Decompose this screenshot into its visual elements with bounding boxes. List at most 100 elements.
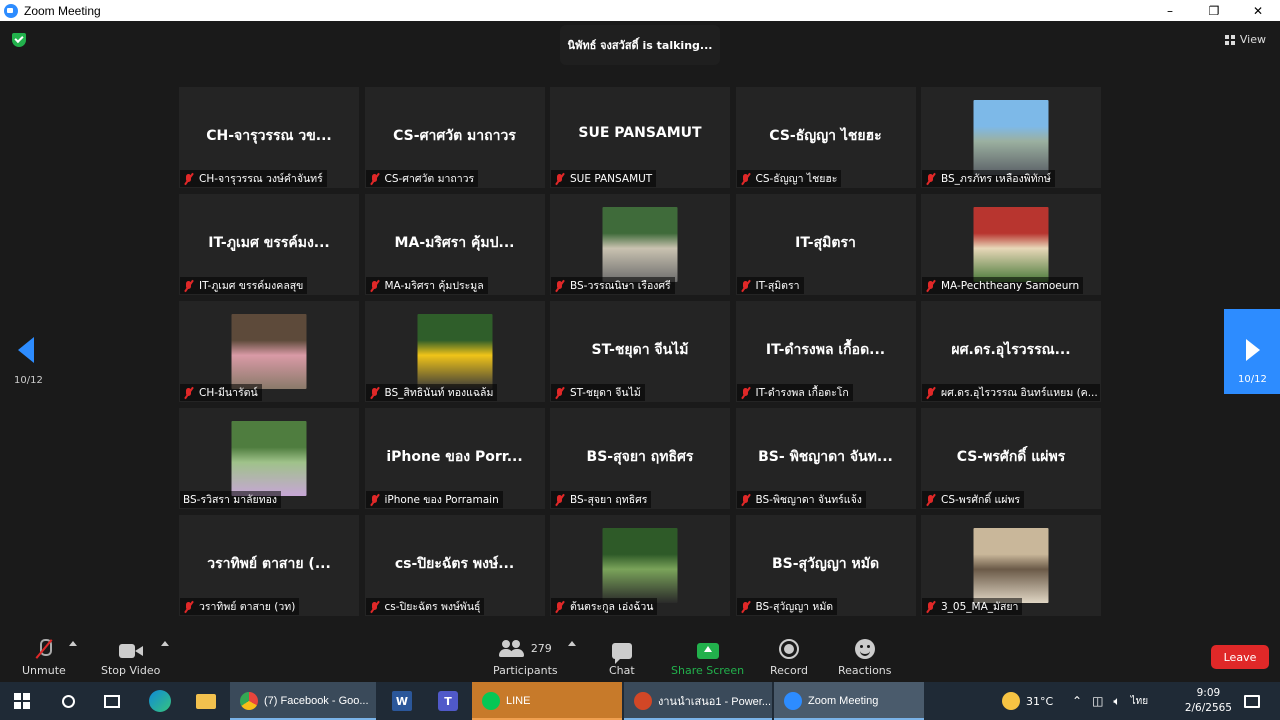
next-page-icon <box>1246 339 1260 361</box>
participant-tile[interactable]: วราทิพย์ ตาสาย (... วราทิพย์ ตาสาย (วท) <box>179 515 359 616</box>
weather-widget[interactable]: 31°C <box>1002 682 1053 720</box>
view-label: View <box>1239 33 1266 46</box>
record-label: Record <box>770 664 809 677</box>
participant-nameplate: IT-สุมิตรา <box>736 277 804 294</box>
participant-video <box>602 207 678 282</box>
window-title: Zoom Meeting <box>24 3 101 18</box>
participant-tile[interactable]: ต้นตระกูล เอ่งฉ้วน <box>550 515 730 616</box>
participant-tile[interactable]: CS-พรศักดิ์ แผ่พร CS-พรศักดิ์ แผ่พร <box>921 408 1101 509</box>
participant-tile[interactable]: MA-มริศรา คุ้มป... MA-มริศรา คุ้มประมูล <box>364 194 545 295</box>
edge-browser-icon[interactable] <box>138 682 182 720</box>
participant-display-name: IT-สุมิตรา <box>795 235 856 251</box>
participant-tile[interactable]: BS_สิทธินันท์ ทองแฉล้ม <box>364 301 545 402</box>
participant-nameplate: BS_สิทธินันท์ ทองแฉล้ม <box>365 384 498 401</box>
participant-name: BS-สุจยา ฤทธิศร <box>570 494 648 506</box>
participants-count: 279 <box>530 641 552 655</box>
participant-tile[interactable]: MA-Pechtheany Samoeurn <box>921 194 1101 295</box>
unmute-button[interactable]: Unmute <box>22 637 66 677</box>
task-view-icon[interactable] <box>90 682 134 720</box>
leave-button[interactable]: Leave <box>1211 645 1269 669</box>
record-button[interactable]: Record <box>770 637 808 677</box>
participant-nameplate: CS-ศาศวัต มาถาวร <box>365 170 479 187</box>
participant-tile[interactable]: cs-ปิยะฉัตร พงษ์... cs-ปิยะฉัตร พงษ์พันธุ… <box>364 515 545 616</box>
clock-time: 9:09 <box>1196 687 1221 699</box>
clock[interactable]: 9:09 2/6/2565 <box>1185 686 1232 716</box>
maximize-button[interactable]: ❐ <box>1192 0 1236 21</box>
network-icon[interactable]: ◫ <box>1092 694 1103 708</box>
video-camera-icon <box>118 643 143 659</box>
participant-tile[interactable]: CH-มีนารัตน์ <box>179 301 359 402</box>
clock-date: 2/6/2565 <box>1184 702 1232 714</box>
participant-tile[interactable]: BS- พิชญาดา จันท... BS-พิชญาดา จันทร์แจ้ง <box>735 408 916 509</box>
previous-page-icon[interactable] <box>18 337 34 363</box>
participant-tile[interactable]: 3_05_MA_มัสยา <box>921 515 1101 616</box>
participant-name: SUE PANSAMUT <box>570 172 653 185</box>
video-options-caret-icon[interactable] <box>161 641 169 646</box>
mic-muted-icon <box>369 494 381 506</box>
show-hidden-icons-icon[interactable]: ⌃ <box>1072 694 1082 708</box>
notifications-icon[interactable] <box>1230 682 1274 720</box>
chat-button[interactable]: Chat <box>609 637 635 677</box>
participant-tile[interactable]: CH-จารุวรรณ วข... CH-จารุวรรณ วงษ์คำจันทร… <box>179 87 359 188</box>
search-icon[interactable] <box>46 682 90 720</box>
language-indicator[interactable]: ไทย <box>1131 694 1148 709</box>
participant-tile[interactable]: CS-ศาศวัต มาถาวร CS-ศาศวัต มาถาวร <box>364 87 545 188</box>
mic-muted-icon <box>925 173 937 185</box>
window-controls: – ❐ ✕ <box>1148 0 1280 21</box>
stop-video-label: Stop Video <box>101 664 161 677</box>
participant-nameplate: 3_05_MA_มัสยา <box>922 598 1023 615</box>
encryption-shield-icon[interactable] <box>12 33 26 47</box>
participant-display-name: CH-จารุวรรณ วข... <box>206 128 332 144</box>
participant-display-name: CS-พรศักดิ์ แผ่พร <box>956 449 1066 465</box>
participant-tile[interactable]: ST-ชยุดา จีนไม้ ST-ชยุดา จีนไม้ <box>550 301 730 402</box>
participant-tile[interactable]: iPhone ของ Porr... iPhone ของ Porramain <box>364 408 545 509</box>
participant-display-name: IT-ภูเมศ ขรรค์มง... <box>208 235 330 251</box>
view-button[interactable]: View <box>1224 33 1266 46</box>
participant-tile[interactable]: IT-ภูเมศ ขรรค์มง... IT-ภูเมศ ขรรค์มงคลสุข <box>179 194 359 295</box>
participant-tile[interactable]: BS_ภรภัทร เหลืองพิทักษ์ <box>921 87 1101 188</box>
participant-tile[interactable]: CS-ธัญญา ไชยฮะ CS-ธัญญา ไชยฮะ <box>735 87 916 188</box>
next-page-button[interactable]: 10/12 <box>1224 309 1280 394</box>
taskbar-app-zoom[interactable]: Zoom Meeting <box>774 682 924 720</box>
participant-tile[interactable]: SUE PANSAMUT SUE PANSAMUT <box>550 87 730 188</box>
word-icon[interactable]: W <box>380 682 424 720</box>
meeting-toolbar: Unmute Stop Video 279 Participants Chat … <box>0 631 1280 682</box>
participant-tile[interactable]: BS-วรรณนิษา เรืองศรี <box>550 194 730 295</box>
audio-options-caret-icon[interactable] <box>69 641 77 646</box>
start-windows-icon[interactable] <box>0 682 44 720</box>
participant-tile[interactable]: IT-สุมิตรา IT-สุมิตรา <box>735 194 916 295</box>
participant-tile[interactable]: BS-รวิสรา มาลัยทอง <box>179 408 359 509</box>
participant-tile[interactable]: IT-ดำรงพล เกื้อด... IT-ดำรงพล เกื้อตะโก <box>735 301 916 402</box>
minimize-button[interactable]: – <box>1148 0 1192 21</box>
taskbar-app-powerpoint[interactable]: งานนำเสนอ1 - Power... <box>624 682 772 720</box>
participants-options-caret-icon[interactable] <box>568 641 576 646</box>
close-button[interactable]: ✕ <box>1236 0 1280 21</box>
reactions-button[interactable]: Reactions <box>838 637 892 677</box>
page-indicator-right: 10/12 <box>1238 374 1267 385</box>
participant-nameplate: CH-จารุวรรณ วงษ์คำจันทร์ <box>180 170 327 187</box>
participant-name: CS-ศาศวัต มาถาวร <box>384 173 475 185</box>
participant-nameplate: BS-วรรณนิษา เรืองศรี <box>551 277 675 294</box>
participant-name: IT-สุมิตรา <box>755 280 800 292</box>
participant-tile[interactable]: BS-สุจยา ฤทธิศร BS-สุจยา ฤทธิศร <box>550 408 730 509</box>
participant-name: BS_ภรภัทร เหลืองพิทักษ์ <box>941 173 1051 185</box>
participants-button[interactable]: 279 Participants <box>493 637 558 677</box>
participant-name: ผศ.ดร.อุไรวรรณ อินทร์แหยม (ค... <box>941 387 1098 399</box>
participant-nameplate: BS-สุจยา ฤทธิศร <box>551 491 652 508</box>
taskbar-app-facebook[interactable]: (7) Facebook - Goo... <box>230 682 376 720</box>
participant-video <box>973 100 1049 175</box>
taskbar-app-line[interactable]: LINE <box>472 682 622 720</box>
participant-nameplate: IT-ภูเมศ ขรรค์มงคลสุข <box>180 277 308 294</box>
chat-icon <box>611 643 632 664</box>
windows-taskbar: (7) Facebook - Goo... W T LINE งานนำเสนอ… <box>0 682 1280 720</box>
file-explorer-icon[interactable] <box>184 682 228 720</box>
mic-muted-icon <box>740 387 752 399</box>
share-screen-icon <box>696 643 719 659</box>
volume-icon[interactable]: 🔈︎ <box>1113 694 1120 709</box>
stop-video-button[interactable]: Stop Video <box>101 637 160 677</box>
share-screen-button[interactable]: Share Screen <box>671 637 744 677</box>
participant-tile[interactable]: BS-สุวัญญา หมัด BS-สุวัญญา หมัด <box>735 515 916 616</box>
teams-icon[interactable]: T <box>426 682 470 720</box>
participant-tile[interactable]: ผศ.ดร.อุไรวรรณ... ผศ.ดร.อุไรวรรณ อินทร์แห… <box>921 301 1101 402</box>
participant-display-name: BS-สุวัญญา หมัด <box>771 556 880 572</box>
